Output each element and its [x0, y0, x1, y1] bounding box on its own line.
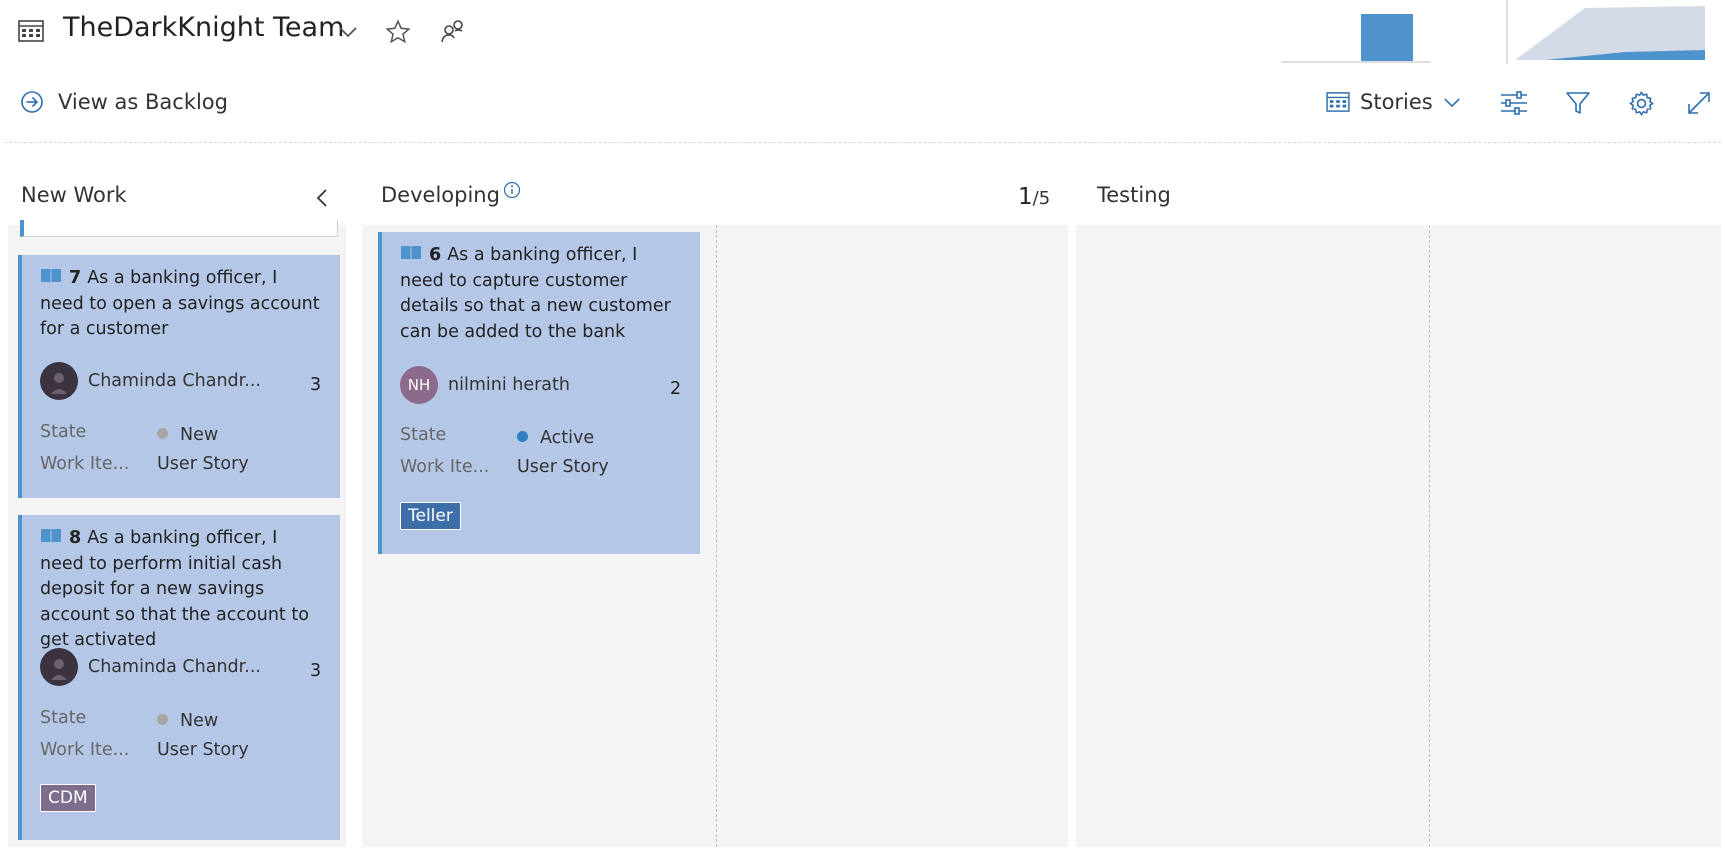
work-item-type-value[interactable]: User Story [157, 740, 249, 760]
state-value-text: New [180, 711, 219, 731]
backlog-level-selector[interactable]: Stories [1326, 90, 1461, 114]
state-value[interactable]: New [157, 425, 218, 445]
user-story-book-icon [41, 529, 61, 544]
column-header-developing: Developing [381, 183, 500, 207]
work-item-type-label: Work Ite... [400, 457, 490, 477]
view-as-backlog-label: View as Backlog [58, 90, 228, 114]
state-label: State [400, 425, 447, 445]
work-item-card[interactable]: 6 As a banking officer, I need to capture… [378, 232, 700, 554]
work-item-type-value[interactable]: User Story [157, 454, 249, 474]
testing-split-divider [1429, 225, 1430, 847]
star-icon[interactable] [385, 19, 411, 45]
board-icon [18, 20, 44, 42]
story-points[interactable]: 2 [670, 379, 681, 399]
cumulative-flow-mini-chart[interactable] [1505, 0, 1705, 64]
testing-column-body [1076, 225, 1721, 847]
state-value[interactable]: New [157, 711, 218, 731]
card-title[interactable]: 7 As a banking officer, I need to open a … [40, 266, 326, 343]
story-points[interactable]: 3 [310, 375, 321, 395]
wip-current: 1 [1018, 184, 1033, 210]
card-title[interactable]: 8 As a banking officer, I need to perform… [40, 526, 326, 654]
gear-icon[interactable] [1628, 90, 1655, 117]
avatar [40, 648, 78, 686]
tag-badge[interactable]: CDM [40, 784, 96, 812]
work-item-type-label: Work Ite... [40, 454, 130, 474]
card-id: 6 [429, 245, 442, 265]
card-id: 8 [69, 528, 82, 548]
collapse-chevron-left-icon[interactable] [316, 188, 328, 208]
work-item-type-label: Work Ite... [40, 740, 130, 760]
tag-badge[interactable]: Teller [400, 502, 461, 530]
user-story-book-icon [401, 246, 421, 261]
assignee-name[interactable]: nilmini herath [448, 375, 570, 395]
work-item-card[interactable]: 8 As a banking officer, I need to perform… [18, 515, 340, 840]
state-label: State [40, 422, 87, 442]
state-dot-icon [517, 431, 528, 442]
work-item-card[interactable]: 7 As a banking officer, I need to open a … [18, 255, 340, 498]
arrow-circle-right-icon [21, 91, 43, 113]
avatar [40, 362, 78, 400]
chevron-down-icon[interactable] [338, 26, 358, 38]
wip-max: /5 [1032, 188, 1051, 209]
settings-sliders-icon[interactable] [1500, 90, 1528, 116]
card-id: 7 [69, 268, 82, 288]
column-header-testing: Testing [1097, 183, 1171, 207]
team-title[interactable]: TheDarkKnight Team [63, 12, 344, 43]
info-icon[interactable] [503, 181, 521, 199]
fullscreen-icon[interactable] [1686, 90, 1712, 116]
velocity-mini-chart[interactable] [1281, 0, 1431, 64]
work-item-type-value[interactable]: User Story [517, 457, 609, 477]
card-title-text: As a banking officer, I need to open a s… [40, 268, 320, 339]
filter-icon[interactable] [1565, 90, 1591, 116]
toolbar-divider [4, 142, 1721, 143]
state-value-text: Active [540, 428, 595, 448]
state-value-text: New [180, 425, 219, 445]
state-dot-icon [157, 714, 168, 725]
user-story-book-icon [41, 269, 61, 284]
column-header-new-work: New Work [21, 183, 127, 207]
story-points[interactable]: 3 [310, 661, 321, 681]
card-partial[interactable] [20, 220, 338, 237]
card-title[interactable]: 6 As a banking officer, I need to capture… [400, 243, 686, 345]
board-icon [1326, 92, 1350, 112]
developing-split-divider [716, 225, 717, 847]
view-as-backlog-link[interactable]: View as Backlog [20, 90, 228, 114]
state-dot-icon [157, 428, 168, 439]
assignee-name[interactable]: Chaminda Chandr... [88, 657, 261, 677]
backlog-level-label: Stories [1360, 90, 1433, 114]
state-value[interactable]: Active [517, 428, 594, 448]
chevron-down-icon [1443, 97, 1460, 107]
avatar: NH [400, 366, 438, 404]
assignee-name[interactable]: Chaminda Chandr... [88, 371, 261, 391]
people-icon[interactable] [440, 18, 466, 44]
state-label: State [40, 708, 87, 728]
wip-limit: 1/5 [1018, 184, 1050, 210]
